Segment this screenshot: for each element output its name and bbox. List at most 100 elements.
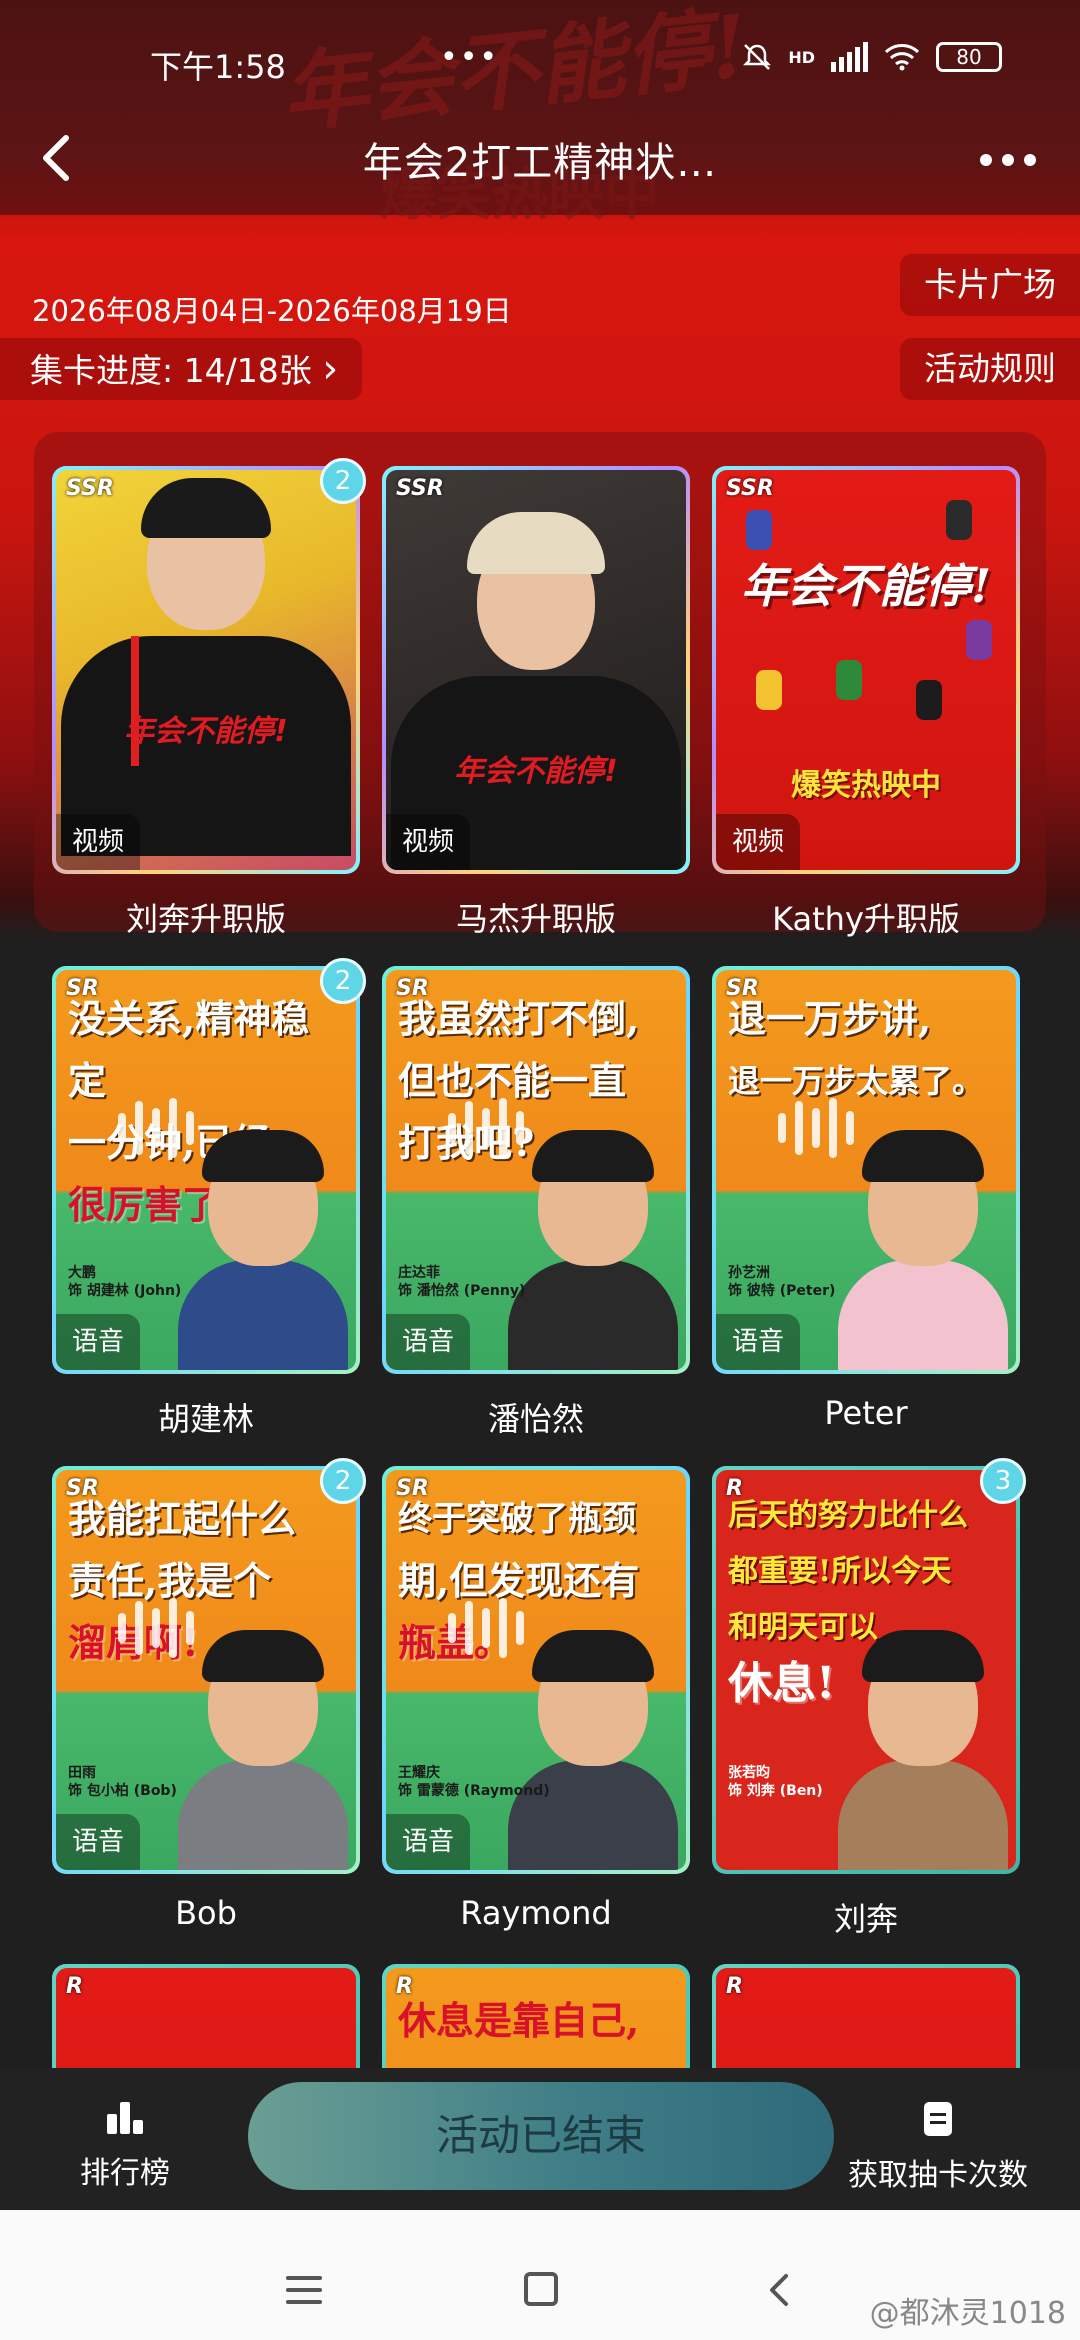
quote-line: 没关系,精神稳定 [68,996,310,1103]
card-name: Kathy升职版 [772,900,960,938]
card-ssr-2[interactable]: 年会不能停! SSR 视频 [382,466,690,874]
tier-label: SR [396,976,429,1001]
quote-line: 终于突破了瓶颈 [398,1499,636,1539]
audio-wave-icon [118,1098,194,1158]
watermark: @都沐灵1018 [869,2296,1066,2331]
audio-tag: 语音 [56,1314,141,1370]
count-badge: 2 [320,458,366,504]
audio-tag: 语音 [386,1814,471,1870]
quote-line: 我虽然打不倒, [398,996,640,1041]
status-bar: 下午1:58 ••• HD 80 [0,0,1080,120]
actor-credit: 田雨饰 包小柏 (Bob) [68,1765,177,1799]
quote-line: 退一万步太累了。 [728,1062,985,1100]
video-tag: 视频 [386,814,471,870]
video-tag: 视频 [56,814,141,870]
network-type: HD [788,47,815,67]
card-plaza-button[interactable]: 卡片广场 [900,254,1080,316]
card-r-4[interactable]: R [712,1964,1020,2068]
quote-line: 期,但发现还有 [398,1558,640,1603]
actor-credit: 大鹏饰 胡建林 (John) [68,1265,182,1299]
poster-title: 年会不能停! [740,559,992,613]
actor-credit: 庄达菲饰 潘怡然 (Penny) [398,1265,526,1299]
audio-wave-icon [118,1598,194,1658]
card-name: 马杰升职版 [455,900,616,938]
battery-icon: 80 [936,42,1002,72]
quote-line: 责任,我是个 [68,1558,272,1603]
home-icon[interactable] [524,2272,558,2306]
recent-apps-icon[interactable] [286,2276,322,2312]
tier-label: SR [66,976,99,1001]
tee-print: 年会不能停! [124,714,288,749]
count-badge: 2 [320,1458,366,1504]
event-rules-button[interactable]: 活动规则 [900,338,1080,400]
tier-label: SR [66,1476,99,1501]
leaderboard-button[interactable]: 排行榜 [60,2100,190,2192]
card-name: 刘奔升职版 [125,900,286,938]
chevron-right-icon: › [322,346,339,392]
card-quote: 休息是靠自己, [398,1998,640,2043]
card-r-1[interactable]: 后天的努力比什么 都重要!所以今天 和明天可以 休息! 张若昀饰 刘奔 (Ben… [712,1458,1026,1874]
quote-line: 退一万步讲, [728,996,932,1041]
system-back-icon[interactable] [764,2270,794,2310]
collection-progress-label: 集卡进度: 14/18张 [30,351,323,390]
audio-tag: 语音 [386,1314,471,1370]
audio-wave-icon [448,1098,524,1158]
battery-level: 80 [956,45,982,69]
card-portrait [508,1130,678,1370]
quote-line: 但也不能一直 [398,1058,627,1103]
card-portrait [838,1630,1008,1870]
event-date-range: 2026年08月04日-2026年08月19日 [32,294,512,328]
ticket-icon [924,2102,952,2136]
card-sr-1[interactable]: 没关系,精神稳定 一分钟,已经 很厉害了。 大鹏饰 胡建林 (John) SR … [52,958,366,1374]
card-sr-5[interactable]: 终于突破了瓶颈 期,但发现还有 瓶盖。 王耀庆饰 雷蒙德 (Raymond) S… [382,1466,690,1874]
status-more-icon: ••• [440,40,500,75]
count-badge: 3 [980,1458,1026,1504]
tier-label: R [726,1476,743,1501]
tier-label: SSR [66,476,114,501]
actor-credit: 王耀庆饰 雷蒙德 (Raymond) [398,1765,550,1799]
signal-icon [831,42,868,72]
audio-wave-icon [448,1598,524,1658]
page-title: 年会2打工精神状… [362,140,718,186]
card-row-partial: R R 休息是靠自己, R [0,1964,1080,2068]
audio-tag: 语音 [716,1314,801,1370]
tier-label: SSR [726,476,774,501]
card-name: 刘奔 [833,1900,898,1938]
count-badge: 2 [320,958,366,1004]
card-sr-2[interactable]: 我虽然打不倒, 但也不能一直 打我吧? 庄达菲饰 潘怡然 (Penny) SR … [382,966,690,1374]
card-name: Raymond [460,1894,612,1932]
event-ended-button[interactable]: 活动已结束 [248,2082,834,2190]
more-options-icon[interactable] [980,154,1036,166]
card-r-3[interactable]: R 休息是靠自己, [382,1964,690,2068]
mute-icon [743,44,772,70]
tier-label: SSR [396,476,444,501]
card-sr-3[interactable]: 退一万步讲, 退一万步太累了。 孙艺洲饰 彼特 (Peter) SR 语音 [712,966,1020,1374]
leaderboard-label: 排行榜 [80,2156,170,2191]
tee-print: 年会不能停! [454,754,618,789]
card-photo: 年会不能停! [61,478,351,856]
status-time: 下午1:58 [150,48,286,86]
audio-tag: 语音 [56,1814,141,1870]
tier-label: SR [396,1476,429,1501]
card-quote: 退一万步讲, 退一万步太累了。 [728,988,1006,1112]
card-name: 潘怡然 [487,1400,584,1438]
card-ssr-3[interactable]: 年会不能停! 爆笑热映中 SSR 视频 [712,466,1020,874]
card-portrait [508,1630,678,1870]
audio-wave-icon [778,1098,854,1158]
get-draw-chances-label: 获取抽卡次数 [848,2158,1028,2193]
bottom-action-bar: 排行榜 活动已结束 获取抽卡次数 [0,2068,1080,2210]
card-r-2[interactable]: R [52,1964,360,2068]
video-tag: 视频 [716,814,801,870]
collection-progress-button[interactable]: 集卡进度: 14/18张 › [0,338,363,400]
card-sr-4[interactable]: 我能扛起什么 责任,我是个 溜肩啊! 田雨饰 包小柏 (Bob) SR 语音 2 [52,1458,366,1874]
card-portrait [178,1630,348,1870]
card-ssr-1[interactable]: 年会不能停! SSR 视频 2 [52,458,366,874]
tier-label: R [66,1974,83,1999]
get-draw-chances-button[interactable]: 获取抽卡次数 [818,2100,1058,2194]
card-name: Bob [175,1894,237,1932]
leaderboard-icon [107,2102,143,2134]
tier-label: SR [726,976,759,1001]
actor-credit: 张若昀饰 刘奔 (Ben) [728,1765,823,1799]
quote-line: 我能扛起什么 [68,1496,297,1541]
quote-line: 后天的努力比什么 [728,1498,968,1533]
